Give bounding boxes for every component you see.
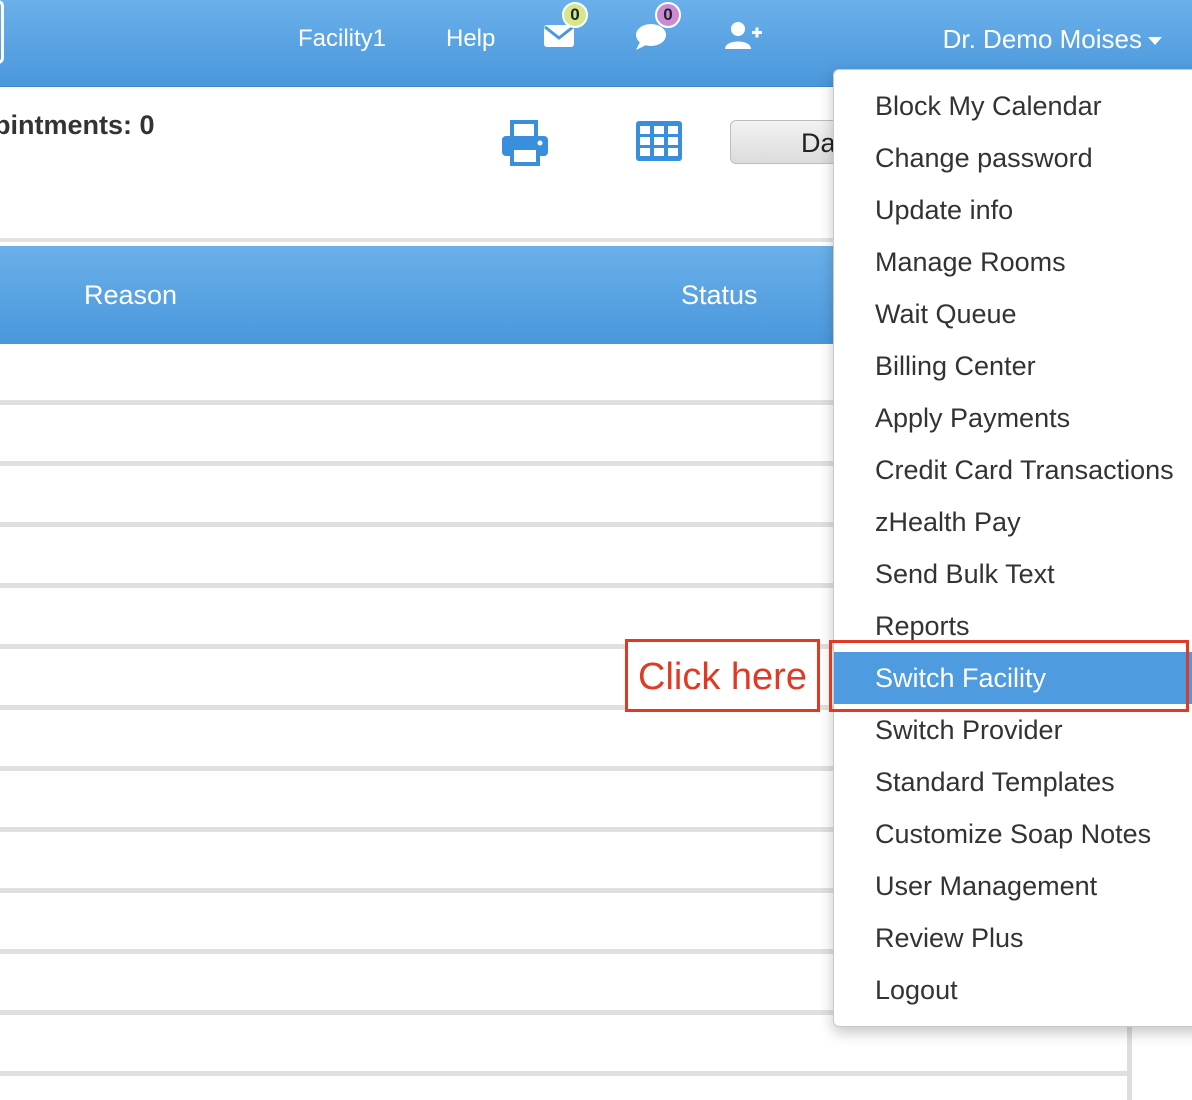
table-right-border	[1127, 1020, 1132, 1100]
column-header-reason[interactable]: Reason	[84, 278, 177, 312]
printer-icon[interactable]	[500, 120, 550, 166]
menu-item-block-my-calendar[interactable]: Block My Calendar	[834, 80, 1192, 132]
user-plus-icon[interactable]	[724, 20, 764, 50]
chat-count-badge: 0	[655, 2, 681, 28]
user-name: Dr. Demo Moises	[942, 24, 1142, 54]
menu-item-user-management[interactable]: User Management	[834, 860, 1192, 912]
menu-item-standard-templates[interactable]: Standard Templates	[834, 756, 1192, 808]
menu-item-send-bulk-text[interactable]: Send Bulk Text	[834, 548, 1192, 600]
menu-item-switch-provider[interactable]: Switch Provider	[834, 704, 1192, 756]
click-here-annotation: Click here	[625, 639, 820, 712]
menu-item-billing-center[interactable]: Billing Center	[834, 340, 1192, 392]
menu-item-manage-rooms[interactable]: Manage Rooms	[834, 236, 1192, 288]
column-header-status[interactable]: Status	[681, 278, 758, 312]
menu-item-credit-card-transactions[interactable]: Credit Card Transactions	[834, 444, 1192, 496]
appointments-count: pintments: 0	[0, 110, 155, 140]
nav-toggle-button[interactable]	[0, 0, 4, 64]
messages-count-badge: 0	[562, 2, 588, 28]
menu-item-update-info[interactable]: Update info	[834, 184, 1192, 236]
caret-down-icon	[1148, 37, 1162, 46]
menu-item-wait-queue[interactable]: Wait Queue	[834, 288, 1192, 340]
user-dropdown-menu: Block My Calendar Change password Update…	[833, 69, 1192, 1027]
user-menu-toggle[interactable]: Dr. Demo Moises	[943, 24, 1162, 54]
menu-item-reports[interactable]: Reports	[834, 600, 1192, 652]
menu-item-apply-payments[interactable]: Apply Payments	[834, 392, 1192, 444]
menu-item-logout[interactable]: Logout	[834, 964, 1192, 1016]
menu-item-zhealth-pay[interactable]: zHealth Pay	[834, 496, 1192, 548]
menu-item-switch-facility[interactable]: Switch Facility	[834, 652, 1192, 704]
menu-item-review-plus[interactable]: Review Plus	[834, 912, 1192, 964]
menu-item-change-password[interactable]: Change password	[834, 132, 1192, 184]
facility-link[interactable]: Facility1	[298, 24, 386, 54]
help-link[interactable]: Help	[446, 24, 495, 54]
menu-item-customize-soap-notes[interactable]: Customize Soap Notes	[834, 808, 1192, 860]
grid-view-icon[interactable]	[635, 120, 683, 162]
